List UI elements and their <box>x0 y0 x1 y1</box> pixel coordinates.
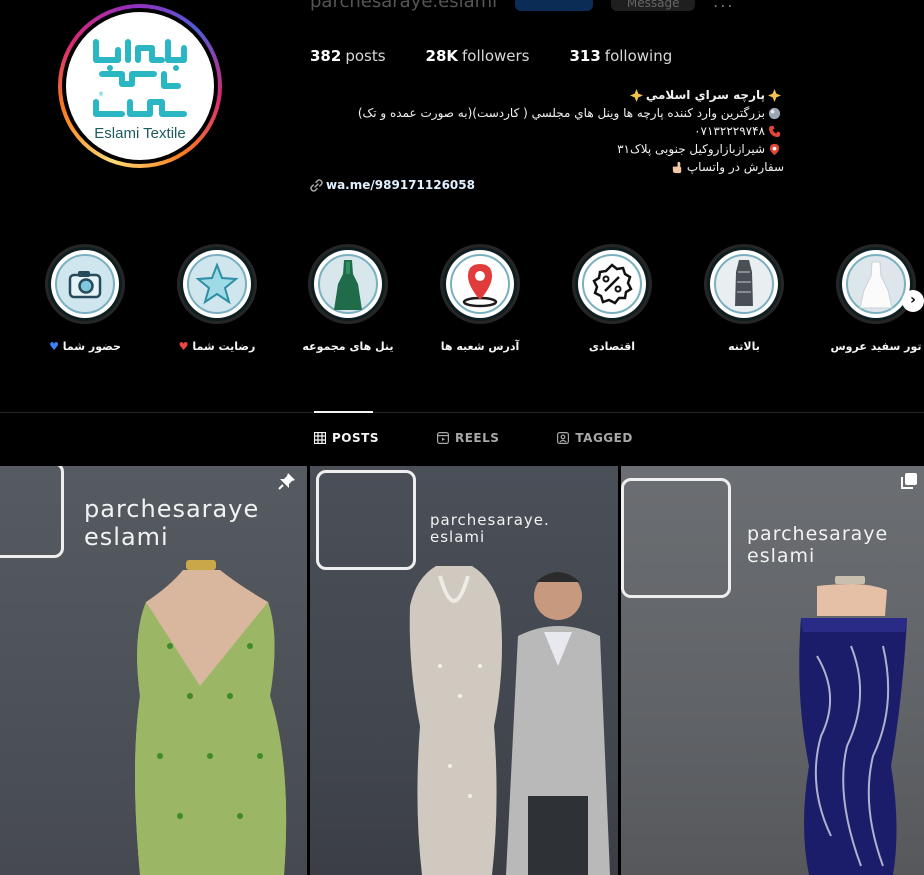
camera-icon <box>68 271 102 299</box>
discount-icon <box>592 263 633 305</box>
profile-header-row: parchesaraye.eslami Message ... <box>310 0 734 12</box>
profile-bio: پارچه سراي اسلامي بزرگترين وارد كننده پا… <box>308 86 788 194</box>
sparkle-icon <box>629 88 643 102</box>
bio-phone-line: ۰۷۱۳۲۲۲۹۷۴۸ <box>308 122 784 140</box>
location-pin-icon <box>769 143 780 155</box>
highlight-label: رضایت شما ♥ <box>178 340 256 353</box>
following-stat[interactable]: 313 following <box>569 47 672 65</box>
pin-icon <box>278 473 295 490</box>
blue-heart-icon: ♥ <box>49 340 59 353</box>
tagged-icon <box>557 432 570 444</box>
bodice-icon <box>735 260 753 306</box>
wedding-dress-icon <box>859 261 893 309</box>
more-options-icon[interactable]: ... <box>713 0 734 11</box>
message-button[interactable]: Message <box>611 0 696 11</box>
follow-button[interactable] <box>515 0 594 11</box>
tabs-divider <box>0 412 924 413</box>
multi-photo-icon <box>901 473 917 489</box>
highlight-item[interactable]: اقتصادی <box>547 244 677 353</box>
bio-website-link[interactable]: wa.me/989171126058 <box>326 176 475 194</box>
highlight-label: ینل های مجموعه <box>302 340 394 353</box>
highlights-next-arrow-icon[interactable]: › <box>902 290 924 312</box>
star-icon <box>195 262 239 305</box>
bio-address: شیرازبازاروکیل جنوبی پلاک۳۱ <box>617 142 765 156</box>
link-icon <box>310 178 323 192</box>
posts-stat: 382 posts <box>310 47 386 65</box>
globe-icon <box>768 107 781 119</box>
highlight-item[interactable]: حضور شما ♥ <box>20 244 150 353</box>
bio-name-line: پارچه سراي اسلامي <box>308 86 784 104</box>
silver-beaded-dress-and-man-image <box>409 566 610 875</box>
bio-order: سفارش در واتساپ <box>686 160 784 174</box>
highlight-label: حضور شما ♥ <box>49 340 121 353</box>
pointing-hand-icon <box>672 161 682 173</box>
avatar: ® Eslami Textile <box>66 12 214 160</box>
profile-tabs: POSTS REELS TAGGED <box>314 431 691 445</box>
post-thumbnail[interactable]: parchesaraye. eslami <box>310 466 618 875</box>
bio-order-line: سفارش در واتساپ <box>308 158 784 176</box>
location-pin-icon <box>462 264 498 308</box>
profile-username: parchesaraye.eslami <box>310 0 498 12</box>
highlight-label: بالاتنه <box>728 340 760 353</box>
avatar-caption: Eslami Textile <box>94 125 186 142</box>
highlight-label: اقتصادی <box>588 340 636 353</box>
bio-address-line: شیرازبازاروکیل جنوبی پلاک۳۱ <box>308 140 784 158</box>
svg-text:®: ® <box>98 91 104 98</box>
highlight-item[interactable]: رضایت شما ♥ <box>152 244 282 353</box>
post-thumbnail[interactable]: parchesaraye eslami <box>621 466 924 875</box>
phone-icon <box>768 125 781 137</box>
highlight-item[interactable]: بالاتنه <box>679 244 809 353</box>
sparkle-icon <box>768 88 781 102</box>
tab-tagged[interactable]: TAGGED <box>557 431 632 445</box>
green-beaded-dress-image <box>135 560 287 875</box>
active-tab-indicator <box>314 411 373 413</box>
bio-phone: ۰۷۱۳۲۲۲۹۷۴۸ <box>694 124 765 138</box>
reels-icon <box>436 432 449 444</box>
profile-display-name: پارچه سراي اسلامي <box>645 88 765 102</box>
bio-link-line: wa.me/989171126058 <box>308 176 784 194</box>
highlight-label: تور سفید عروس <box>830 340 922 353</box>
highlight-item[interactable]: ینل های مجموعه <box>283 244 413 353</box>
tab-posts[interactable]: POSTS <box>314 431 379 445</box>
highlight-label: آدرس شعبه ها <box>440 340 520 353</box>
followers-stat[interactable]: 28K followers <box>426 47 530 65</box>
bio-description-line: بزرگترين وارد كننده پارچه ها وينل هاي مج… <box>308 104 784 122</box>
navy-sequin-dress-image <box>799 576 907 875</box>
post-thumbnail[interactable]: parchesaraye eslami <box>0 466 307 875</box>
highlight-item[interactable]: آدرس شعبه ها <box>415 244 545 353</box>
story-highlights: حضور شما ♥ رضایت شما ♥ ینل های مجموعه آد… <box>0 244 924 362</box>
bio-description: بزرگترين وارد كننده پارچه ها وينل هاي مج… <box>357 106 765 120</box>
profile-avatar-story-ring[interactable]: ® Eslami Textile <box>58 4 222 168</box>
profile-stats: 382 posts 28K followers 313 following <box>310 47 712 65</box>
tab-reels[interactable]: REELS <box>436 431 499 445</box>
grid-icon <box>314 432 326 444</box>
red-heart-icon: ♥ <box>178 340 189 353</box>
dress-icon <box>334 260 362 310</box>
